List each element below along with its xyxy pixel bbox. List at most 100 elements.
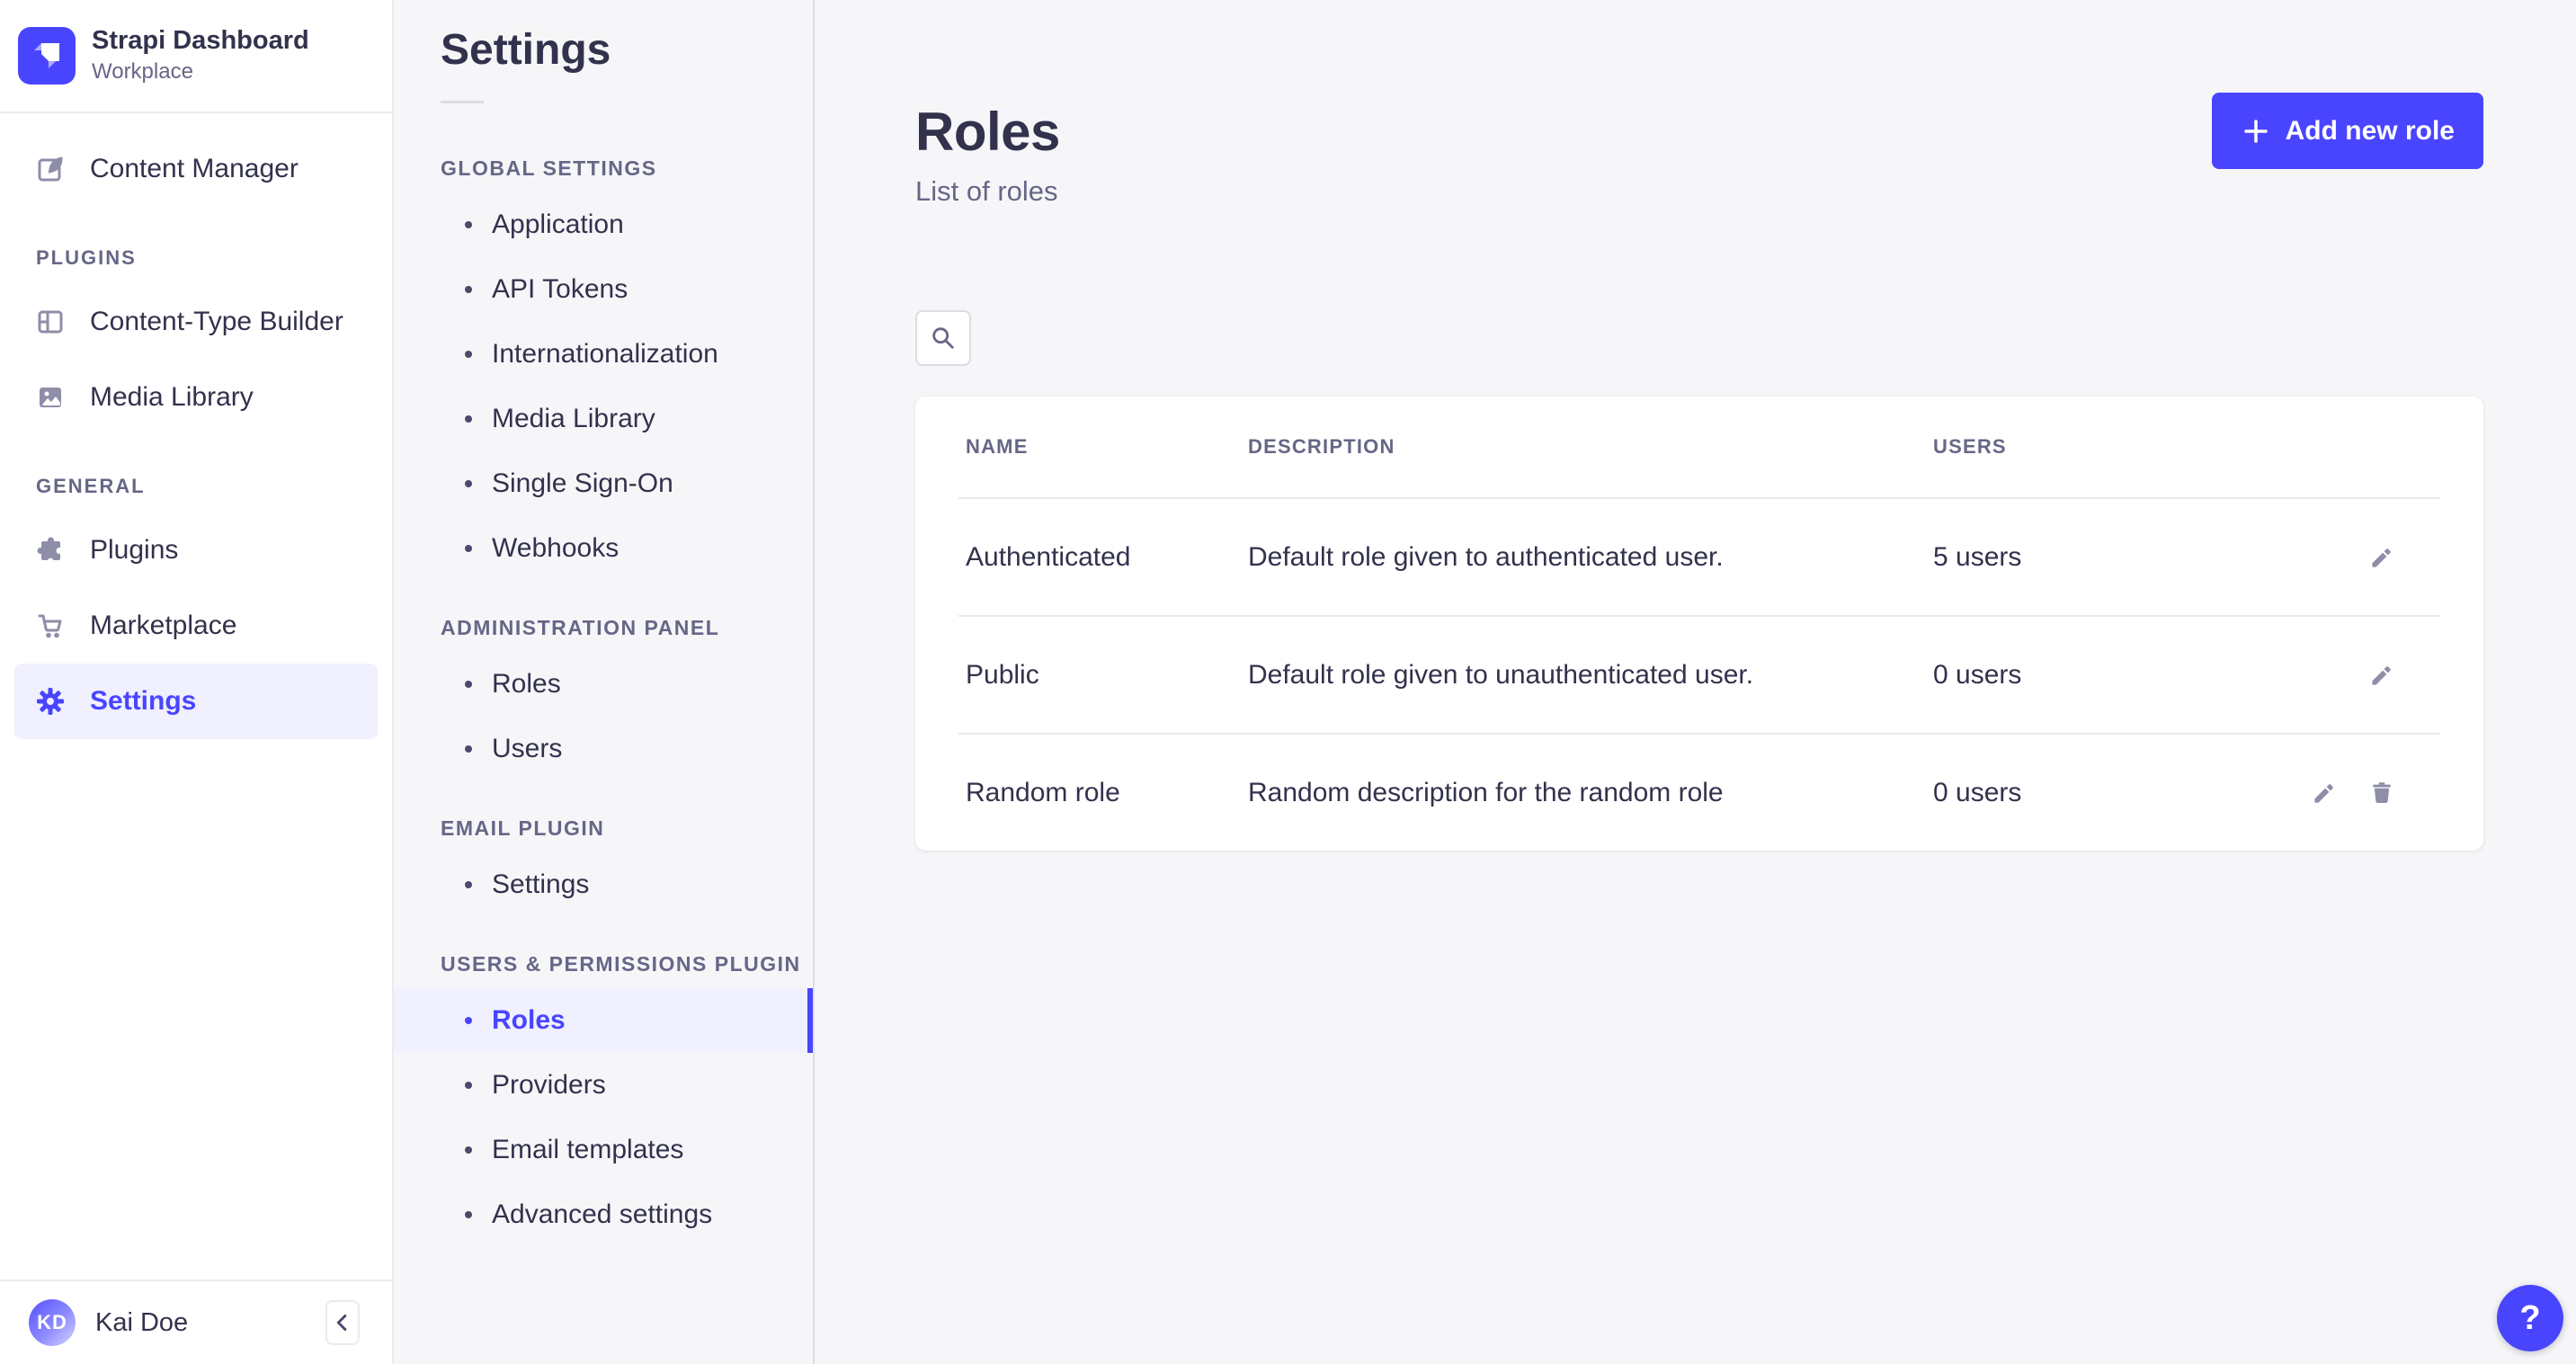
- sidebar-item-label: Media Library: [90, 382, 254, 413]
- help-button[interactable]: ?: [2497, 1285, 2563, 1351]
- subnav-item-api-tokens[interactable]: API Tokens: [394, 257, 813, 322]
- table-row-public[interactable]: PublicDefault role given to unauthentica…: [915, 617, 2483, 733]
- page-titles: Roles List of roles: [915, 93, 1060, 208]
- avatar: KD: [29, 1299, 76, 1346]
- bullet-icon: [465, 221, 472, 228]
- column-header-name: NAME: [966, 435, 1248, 459]
- table-row-random-role[interactable]: Random roleRandom description for the ra…: [915, 735, 2483, 851]
- sidebar-item-plugins[interactable]: Plugins: [14, 513, 378, 588]
- sidebar-item-marketplace[interactable]: Marketplace: [14, 588, 378, 664]
- bullet-icon: [465, 415, 472, 423]
- row-actions: [2264, 664, 2393, 687]
- bullet-icon: [465, 745, 472, 753]
- subnav-item-label: Single Sign-On: [492, 468, 673, 499]
- bullet-icon: [465, 545, 472, 552]
- app-root: Strapi Dashboard Workplace Content Manag…: [0, 0, 2576, 1364]
- edit-role-button[interactable]: [2313, 781, 2336, 805]
- bullet-icon: [465, 1017, 472, 1024]
- role-name: Authenticated: [966, 542, 1248, 573]
- subnav-sections: GLOBAL SETTINGSApplicationAPI TokensInte…: [394, 103, 813, 1247]
- subnav-item-single-sign-on[interactable]: Single Sign-On: [394, 451, 813, 516]
- subnav-item-label: Roles: [492, 1005, 566, 1036]
- brand: Strapi Dashboard Workplace: [0, 0, 392, 113]
- bullet-icon: [465, 881, 472, 888]
- subnav-item-webhooks[interactable]: Webhooks: [394, 516, 813, 581]
- sidebar-menu: Content Manager PLUGINS Content-Type Build…: [0, 113, 392, 739]
- subnav-title: Settings: [441, 27, 813, 74]
- row-actions: [2264, 546, 2393, 569]
- subnav-item-label: Roles: [492, 669, 561, 700]
- subnav-item-label: Email templates: [492, 1135, 683, 1165]
- roles-table-card: NAMEDESCRIPTIONUSERS AuthenticatedDefaul…: [915, 397, 2483, 851]
- main-sidebar: Strapi Dashboard Workplace Content Manag…: [0, 0, 394, 1364]
- table-row-authenticated[interactable]: AuthenticatedDefault role given to authe…: [915, 499, 2483, 615]
- subnav-item-users[interactable]: Users: [394, 717, 813, 781]
- user-name: Kai Doe: [95, 1308, 306, 1338]
- pencil-icon: [2370, 664, 2393, 687]
- subnav-item-label: Users: [492, 734, 562, 764]
- subnav-section-label: EMAIL PLUGIN: [441, 816, 813, 840]
- app-title: Strapi Dashboard: [92, 27, 309, 56]
- subnav-section-label: ADMINISTRATION PANEL: [441, 616, 813, 639]
- delete-role-button[interactable]: [2370, 781, 2393, 805]
- role-users-count: 0 users: [1933, 660, 2264, 691]
- role-users-count: 5 users: [1933, 542, 2264, 573]
- sidebar-item-content-manager[interactable]: Content Manager: [14, 131, 378, 207]
- sidebar-item-label: Content Manager: [90, 154, 299, 184]
- subnav-item-roles[interactable]: Roles: [394, 652, 813, 717]
- role-description: Default role given to unauthenticated us…: [1248, 660, 1933, 691]
- table-body: AuthenticatedDefault role given to authe…: [915, 497, 2483, 851]
- subnav-item-internationalization[interactable]: Internationalization: [394, 322, 813, 387]
- subnav-item-media-library[interactable]: Media Library: [394, 387, 813, 451]
- role-name: Random role: [966, 778, 1248, 808]
- subnav-item-providers[interactable]: Providers: [394, 1053, 813, 1118]
- pencil-icon: [2313, 781, 2336, 805]
- sidebar-item-label: Marketplace: [90, 611, 236, 641]
- row-actions: [2264, 781, 2393, 805]
- gear-icon: [36, 687, 65, 716]
- main-content: Roles List of roles Add new role NAMEDES…: [815, 0, 2576, 1364]
- sidebar-section-label: GENERAL: [0, 475, 392, 498]
- subnav-item-settings[interactable]: Settings: [394, 852, 813, 917]
- sidebar-item-media-library[interactable]: Media Library: [14, 360, 378, 435]
- subnav-section-label: USERS & PERMISSIONS PLUGIN: [441, 952, 813, 976]
- subnav-item-label: Advanced settings: [492, 1199, 712, 1230]
- subnav-item-email-templates[interactable]: Email templates: [394, 1118, 813, 1182]
- subnav-item-label: Webhooks: [492, 533, 619, 564]
- layout-icon: [36, 308, 65, 336]
- bullet-icon: [465, 480, 472, 487]
- bullet-icon: [465, 681, 472, 688]
- bullet-icon: [465, 1146, 472, 1154]
- sidebar-footer: KD Kai Doe: [0, 1279, 392, 1364]
- sidebar-item-label: Content-Type Builder: [90, 307, 343, 337]
- bullet-icon: [465, 1211, 472, 1218]
- search-button[interactable]: [915, 310, 971, 366]
- subnav-item-roles[interactable]: Roles: [394, 988, 813, 1053]
- column-header-users: USERS: [1933, 435, 2264, 459]
- subnav-item-application[interactable]: Application: [394, 192, 813, 257]
- chevron-left-icon: [329, 1309, 356, 1336]
- subnav-item-advanced-settings[interactable]: Advanced settings: [394, 1182, 813, 1247]
- subnav-item-label: API Tokens: [492, 274, 628, 305]
- role-users-count: 0 users: [1933, 778, 2264, 808]
- strapi-logo-icon: [18, 27, 76, 85]
- puzzle-icon: [36, 536, 65, 565]
- page-title: Roles: [915, 103, 1060, 161]
- edit-role-button[interactable]: [2370, 664, 2393, 687]
- subnav-item-label: Providers: [492, 1070, 606, 1101]
- role-description: Default role given to authenticated user…: [1248, 542, 1933, 573]
- pencil-icon: [2370, 546, 2393, 569]
- search-icon: [930, 325, 957, 352]
- sidebar-section-label: PLUGINS: [0, 246, 392, 270]
- sidebar-item-settings[interactable]: Settings: [14, 664, 378, 739]
- edit-role-button[interactable]: [2370, 546, 2393, 569]
- sidebar-item-content-type-builder[interactable]: Content-Type Builder: [14, 284, 378, 360]
- image-icon: [36, 383, 65, 412]
- settings-subnav: Settings GLOBAL SETTINGSApplicationAPI T…: [394, 0, 815, 1364]
- add-new-role-button[interactable]: Add new role: [2212, 93, 2483, 169]
- brand-text: Strapi Dashboard Workplace: [92, 27, 309, 85]
- sidebar-item-label: Plugins: [90, 535, 178, 566]
- collapse-sidebar-button[interactable]: [325, 1300, 360, 1345]
- cart-icon: [36, 611, 65, 640]
- bullet-icon: [465, 1082, 472, 1089]
